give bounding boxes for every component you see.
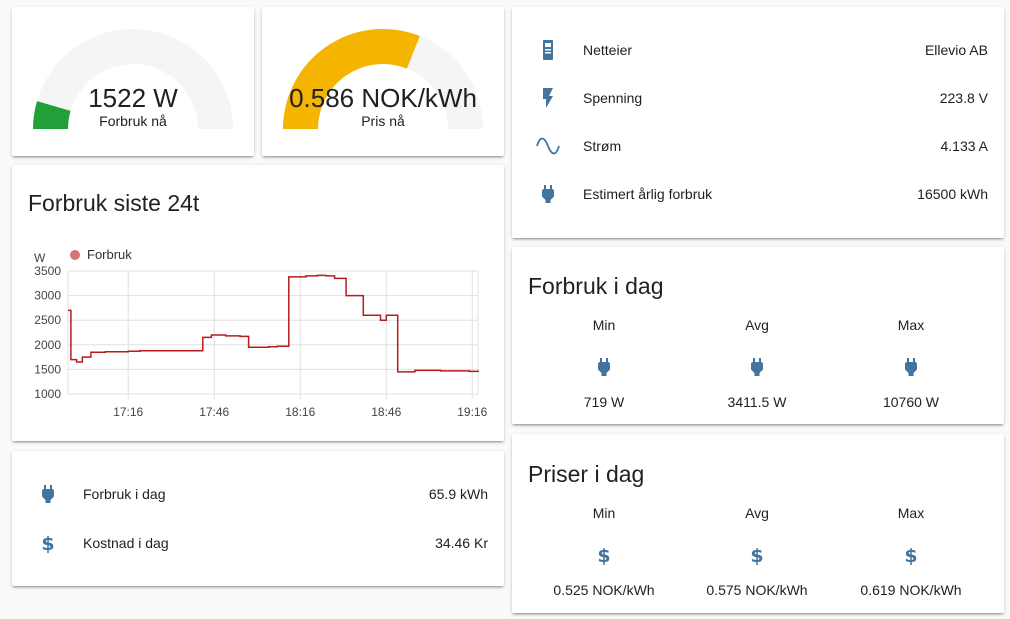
card-title: Priser i dag — [528, 461, 645, 487]
y-tick-label: 2500 — [34, 313, 61, 327]
price-gauge-card[interactable]: 0.586 NOK/kWh Pris nå — [262, 7, 504, 156]
stat-value: 719 W — [583, 394, 625, 410]
x-tick-label: 17:46 — [199, 405, 229, 419]
x-tick-label: 17:16 — [113, 405, 143, 419]
y-axis-unit: W — [34, 251, 46, 265]
history-chart-card[interactable]: Forbruk siste 24t W Forbruk 1000 1500 2000… — [12, 165, 504, 441]
x-tick-label: 18:16 — [285, 405, 315, 419]
legend-label[interactable]: Forbruk — [87, 247, 132, 262]
entity-value: 65.9 kWh — [428, 486, 488, 502]
meter-info-card[interactable]: Netteier Ellevio AB Spenning 223.8 V Str… — [512, 7, 1004, 238]
entity-value: 4.133 A — [940, 138, 989, 154]
entity-value: Ellevio AB — [924, 42, 988, 58]
entity-row-netteier[interactable]: Netteier Ellevio AB — [512, 30, 1004, 70]
stat-value: 0.525 NOK/kWh — [553, 582, 655, 598]
entity-value: 223.8 V — [939, 90, 988, 106]
stat-label: Max — [897, 317, 925, 333]
stat-value: 0.575 NOK/kWh — [706, 582, 808, 598]
power-gauge-card[interactable]: 1522 W Forbruk nå — [12, 7, 254, 156]
meter-icon — [536, 38, 560, 62]
dollar-icon: $ — [750, 545, 763, 567]
entity-name: Spenning — [583, 90, 643, 106]
dollar-icon: $ — [597, 545, 610, 567]
gauge-label: Pris nå — [361, 113, 405, 129]
entity-name: Strøm — [583, 138, 622, 154]
y-tick-label: 3500 — [34, 264, 61, 278]
sine-wave-icon — [536, 134, 560, 158]
x-tick-label: 18:46 — [371, 405, 401, 419]
gauge-value: 0.586 NOK/kWh — [289, 83, 477, 113]
stat-value: 10760 W — [882, 394, 940, 410]
stat-value: 3411.5 W — [727, 394, 787, 410]
entity-name: Kostnad i dag — [83, 535, 169, 551]
x-tick-label: 19:16 — [457, 405, 487, 419]
power-gauge — [33, 29, 233, 129]
dollar-icon: $ — [904, 545, 917, 567]
entity-name: Netteier — [583, 42, 633, 58]
stat-label: Max — [897, 505, 925, 521]
entity-row-estimert-arlig-forbruk[interactable]: Estimert årlig forbruk 16500 kWh — [512, 174, 1004, 214]
stat-max[interactable]: Max $ 0.619 NOK/kWh — [860, 505, 961, 605]
entity-row-kostnad-i-dag[interactable]: $ Kostnad i dag 34.46 Kr — [12, 523, 504, 563]
consumption-today-card[interactable]: Forbruk i dag Min 719 W Avg 3411.5 W Max… — [512, 247, 1004, 424]
stat-max[interactable]: Max 10760 W — [861, 317, 961, 417]
stat-avg[interactable]: Avg $ 0.575 NOK/kWh — [706, 505, 807, 605]
y-tick-label: 1500 — [34, 362, 61, 376]
price-gauge — [283, 28, 483, 129]
svg-text:$: $ — [750, 545, 763, 567]
gauge-label: Forbruk nå — [99, 113, 167, 129]
svg-text:$: $ — [41, 533, 54, 555]
entity-row-forbruk-i-dag[interactable]: Forbruk i dag 65.9 kWh — [12, 474, 504, 514]
plug-icon — [905, 358, 917, 376]
history-chart[interactable]: W Forbruk 1000 1500 2000 2500 3000 3500 17:16… — [12, 165, 504, 441]
entity-row-strom[interactable]: Strøm 4.133 A — [512, 126, 1004, 166]
dollar-icon: $ — [36, 531, 60, 555]
plug-icon — [36, 482, 60, 506]
plug-icon — [598, 358, 610, 376]
stat-min[interactable]: Min $ 0.525 NOK/kWh — [553, 505, 654, 605]
gauge-value: 1522 W — [88, 83, 178, 113]
plug-icon — [536, 182, 560, 206]
svg-text:$: $ — [904, 545, 917, 567]
entity-value: 34.46 Kr — [435, 535, 488, 551]
stat-label: Min — [592, 505, 616, 521]
stat-label: Min — [592, 317, 616, 333]
stat-label: Avg — [745, 505, 769, 521]
y-tick-label: 1000 — [34, 387, 61, 401]
y-tick-label: 3000 — [34, 289, 61, 303]
daily-usage-card[interactable]: Forbruk i dag 65.9 kWh $ Kostnad i dag 3… — [12, 451, 504, 586]
entity-name: Estimert årlig forbruk — [583, 186, 713, 202]
series-line-forbruk — [68, 274, 479, 373]
legend-dot[interactable] — [70, 250, 80, 260]
stat-avg[interactable]: Avg 3411.5 W — [707, 317, 807, 417]
entity-name: Forbruk i dag — [83, 486, 166, 502]
entity-row-spenning[interactable]: Spenning 223.8 V — [512, 78, 1004, 118]
svg-text:$: $ — [597, 545, 610, 567]
entity-value: 16500 kWh — [917, 186, 988, 202]
plug-icon — [751, 358, 763, 376]
card-title: Forbruk i dag — [528, 273, 664, 299]
flash-icon — [536, 86, 560, 110]
stat-label: Avg — [745, 317, 769, 333]
stat-value: 0.619 NOK/kWh — [860, 582, 962, 598]
stat-min[interactable]: Min 719 W — [554, 317, 654, 417]
prices-today-card[interactable]: Priser i dag Min $ 0.525 NOK/kWh Avg $ 0… — [512, 434, 1004, 613]
y-tick-label: 2000 — [34, 338, 61, 352]
